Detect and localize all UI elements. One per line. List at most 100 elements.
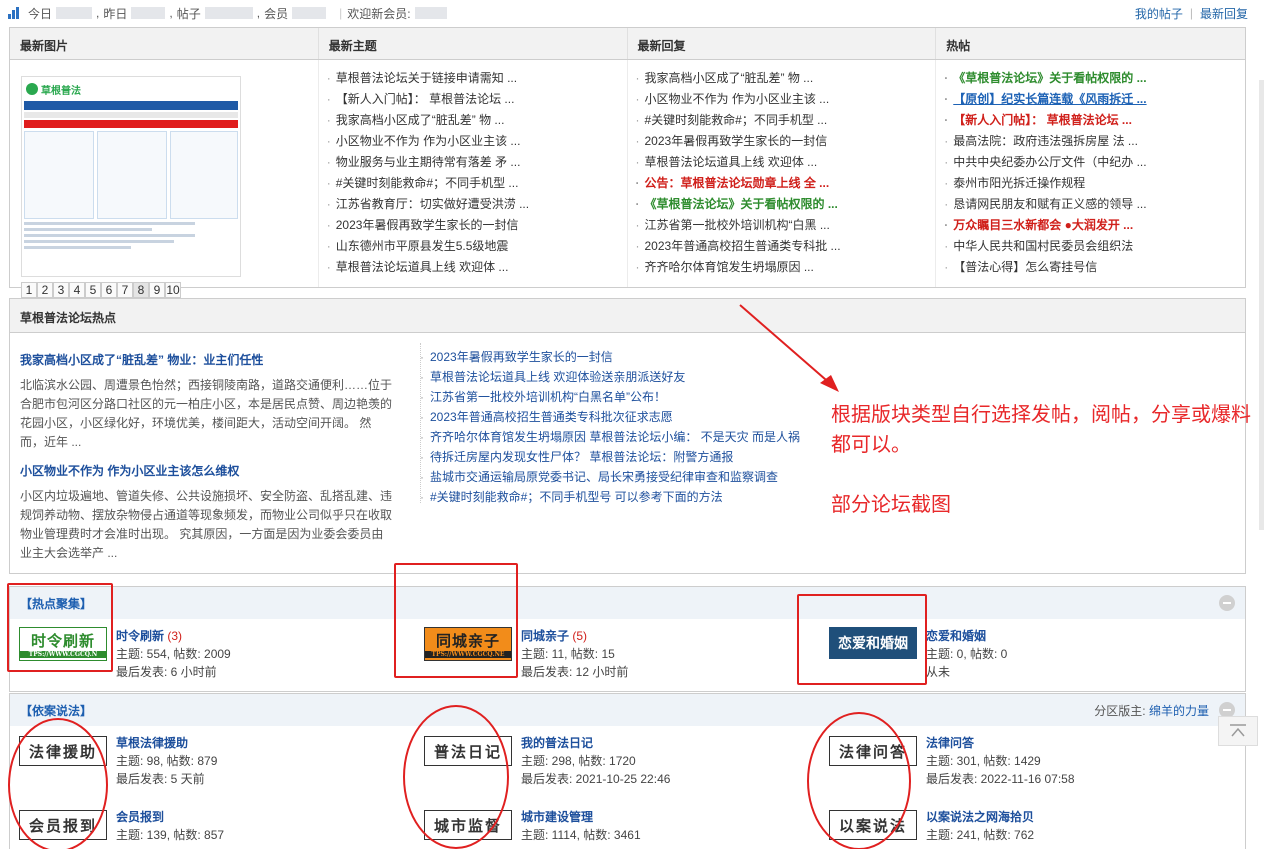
forum-last-post: 最后发表: 5 天前 bbox=[116, 772, 205, 786]
list-item[interactable]: #关键时刻能救命#；不同手机型 ... bbox=[327, 173, 627, 194]
list-item[interactable]: 山东德州市平原县发生5.5级地震 bbox=[327, 236, 627, 257]
forum-name[interactable]: 城市建设管理 bbox=[521, 810, 593, 824]
hot-article-title[interactable]: 我家高档小区成了“脏乱差” 物业：业主们任性 bbox=[20, 351, 395, 368]
red-highlight-circle bbox=[403, 705, 509, 849]
red-highlight-box bbox=[797, 594, 927, 685]
pager-page[interactable]: 5 bbox=[85, 282, 101, 298]
annotation-line-2: 部分论坛截图 bbox=[831, 494, 951, 516]
stats-bar: 今日, 昨日, 帖子, 会员 | 欢迎新会员: 我的帖子 | 最新回复 bbox=[8, 4, 1248, 22]
slideshow-pager: 1 2 3 4 5 6 7 8 9 10 bbox=[21, 282, 181, 298]
stat-today: 今日, bbox=[28, 6, 100, 21]
forum-stats: 主题: 139, 帖数: 857 bbox=[116, 828, 225, 842]
back-to-top-icon bbox=[1230, 724, 1246, 737]
stat-posts: 帖子, bbox=[176, 6, 261, 21]
list-item[interactable]: 齐齐哈尔体育馆发生坍塌原因 ... bbox=[636, 257, 936, 278]
pager-page[interactable]: 4 bbox=[69, 282, 85, 298]
pager-page[interactable]: 7 bbox=[117, 282, 133, 298]
list-item[interactable]: 【普法心得】怎么寄挂号信 bbox=[944, 257, 1245, 278]
list-item[interactable]: 公告：草根普法论坛勋章上线 全 ... bbox=[636, 173, 936, 194]
list-item[interactable]: 【新人入门帖】： 草根普法论坛 ... bbox=[944, 110, 1245, 131]
hot-link[interactable]: 待拆迁房屋内发现女性尸体？ 草根普法论坛：附警方通报 bbox=[420, 447, 800, 467]
section-moderator: 分区版主: 绵羊的力量 bbox=[1094, 703, 1209, 718]
list-item[interactable]: 泰州市阳光拆迁操作规程 bbox=[944, 173, 1245, 194]
images-column: 草根普法 1 2 3 4 5 6 7 8 9 10 bbox=[10, 60, 319, 298]
forum-name[interactable]: 会员报到 bbox=[116, 810, 164, 824]
grid-header-images: 最新图片 bbox=[10, 28, 319, 59]
list-item[interactable]: 2023年暑假再致学生家长的一封信 bbox=[636, 131, 936, 152]
list-item[interactable]: 最高法院：政府违法强拆房屋 法 ... bbox=[944, 131, 1245, 152]
stat-welcome: 欢迎新会员: bbox=[347, 5, 450, 22]
list-item[interactable]: 小区物业不作为 作为小区业主该 ... bbox=[636, 89, 936, 110]
forum-stats: 主题: 241, 帖数: 762 bbox=[926, 828, 1035, 842]
scrollbar[interactable] bbox=[1259, 80, 1264, 530]
new-count: (5) bbox=[572, 629, 588, 643]
list-item[interactable]: 2023年暑假再致学生家长的一封信 bbox=[327, 215, 627, 236]
hot-link[interactable]: #关键时刻能救命#；不同手机型号 可以参考下面的方法 bbox=[420, 487, 800, 507]
forum-stats: 主题: 554, 帖数: 2009 bbox=[116, 647, 231, 661]
hot-section-title: 草根普法论坛热点 bbox=[10, 299, 1245, 333]
forum-name[interactable]: 法律问答 bbox=[926, 736, 974, 750]
hot-link[interactable]: 2023年普通高校招生普通类专科批次征求志愿 bbox=[420, 407, 800, 427]
pager-page[interactable]: 1 bbox=[21, 282, 37, 298]
list-item[interactable]: 恳请网民朋友和赋有正义感的领导 ... bbox=[944, 194, 1245, 215]
forum-name[interactable]: 草根法律援助 bbox=[116, 736, 188, 750]
pager-page[interactable]: 8 bbox=[133, 282, 149, 298]
list-item[interactable]: 小区物业不作为 作为小区业主该 ... bbox=[327, 131, 627, 152]
slideshow-image[interactable]: 草根普法 bbox=[21, 76, 241, 277]
list-item[interactable]: 【新人入门帖】： 草根普法论坛 ... bbox=[327, 89, 627, 110]
forum-name[interactable]: 以案说法之网海拾贝 bbox=[926, 810, 1034, 824]
stat-yesterday: 昨日, bbox=[103, 6, 173, 21]
pager-page[interactable]: 6 bbox=[101, 282, 117, 298]
list-item[interactable]: 草根普法论坛道具上线 欢迎体 ... bbox=[636, 152, 936, 173]
my-posts-link[interactable]: 我的帖子 bbox=[1135, 5, 1183, 22]
list-item[interactable]: 中共中央纪委办公厅文件（中纪办 ... bbox=[944, 152, 1245, 173]
forum-last-post: 最后发表: 12 小时前 bbox=[521, 665, 629, 679]
list-item[interactable]: 物业服务与业主期待常有落差 矛 ... bbox=[327, 152, 627, 173]
hot-posts-column: 《草根普法论坛》关于看帖权限的 ...【原创】纪实长篇连载《风雨拆迁 ...【新… bbox=[936, 60, 1245, 287]
moderator-link[interactable]: 绵羊的力量 bbox=[1149, 704, 1209, 718]
red-highlight-circle bbox=[8, 718, 108, 849]
list-item[interactable]: 2023年普通高校招生普通类专科批 ... bbox=[636, 236, 936, 257]
forum-last-post: 最后发表: 2021-10-25 22:46 bbox=[521, 772, 671, 786]
list-item[interactable]: #关键时刻能救命#；不同手机型 ... bbox=[636, 110, 936, 131]
forum-name[interactable]: 我的普法日记 bbox=[521, 736, 593, 750]
list-item[interactable]: 我家高档小区成了“脏乱差” 物 ... bbox=[636, 68, 936, 89]
forum-last-post: 最后发表: 6 小时前 bbox=[116, 665, 217, 679]
pager-page[interactable]: 9 bbox=[149, 282, 165, 298]
list-item[interactable]: 我家高档小区成了“脏乱差” 物 ... bbox=[327, 110, 627, 131]
forum-last-post: 最后发表: 2022-11-16 07:58 bbox=[926, 772, 1075, 786]
case-law-title[interactable]: 【依案说法】 bbox=[20, 702, 92, 719]
collapse-icon[interactable] bbox=[1219, 595, 1235, 611]
hot-article-title[interactable]: 小区物业不作为 作为小区业主该怎么维权 bbox=[20, 462, 395, 479]
pager-page[interactable]: 2 bbox=[37, 282, 53, 298]
forum-name[interactable]: 时令刷新 bbox=[116, 629, 164, 643]
hot-article-2: 小区物业不作为 作为小区业主该怎么维权 小区内垃圾遍地、管道失修、公共设施损坏、… bbox=[20, 462, 395, 563]
list-item[interactable]: 【原创】纪实长篇连载《风雨拆迁 ... bbox=[944, 89, 1245, 110]
list-item[interactable]: 江苏省第一批校外培训机构“白黑 ... bbox=[636, 215, 936, 236]
forum-last-post: 从未 bbox=[926, 665, 951, 679]
list-item[interactable]: 中华人民共和国村民委员会组织法 bbox=[944, 236, 1245, 257]
back-to-top-button[interactable] bbox=[1218, 716, 1258, 746]
list-item[interactable]: 万众瞩目三水新都会 ●大润发开 ... bbox=[944, 215, 1245, 236]
hot-article-1: 我家高档小区成了“脏乱差” 物业：业主们任性 北临滨水公园、周遭景色怡然；西接铜… bbox=[20, 351, 395, 452]
list-item[interactable]: 《草根普法论坛》关于看帖权限的 ... bbox=[944, 68, 1245, 89]
forum-name[interactable]: 恋爱和婚姻 bbox=[926, 629, 986, 643]
forum-stats: 主题: 11, 帖数: 15 bbox=[521, 647, 615, 661]
pager-page[interactable]: 10 bbox=[165, 282, 181, 298]
list-item[interactable]: 江苏省教育厅：切实做好遭受洪涝 ... bbox=[327, 194, 627, 215]
forum-stats: 主题: 298, 帖数: 1720 bbox=[521, 754, 636, 768]
new-topics-column: 草根普法论坛关于链接申请需知 ...【新人入门帖】： 草根普法论坛 ...我家高… bbox=[319, 60, 628, 287]
grid-header-hot-posts: 热帖 bbox=[946, 39, 971, 53]
list-item[interactable]: 草根普法论坛道具上线 欢迎体 ... bbox=[327, 257, 627, 278]
hot-link[interactable]: 盐城市交通运输局原党委书记、局长宋勇接受纪律审查和监察调查 bbox=[420, 467, 800, 487]
hot-article-body: 小区内垃圾遍地、管道失修、公共设施损坏、安全防盗、乱搭乱建、违规饲养动物、摆放杂… bbox=[20, 489, 393, 560]
red-highlight-circle bbox=[807, 712, 911, 849]
red-highlight-box bbox=[7, 583, 113, 672]
list-item[interactable]: 草根普法论坛关于链接申请需知 ... bbox=[327, 68, 627, 89]
list-item[interactable]: 《草根普法论坛》关于看帖权限的 ... bbox=[636, 194, 936, 215]
pager-page[interactable]: 3 bbox=[53, 282, 69, 298]
hot-link[interactable]: 齐齐哈尔体育馆发生坍塌原因 草根普法论坛小编： 不是天灾 而是人祸 bbox=[420, 427, 800, 447]
latest-replies-link[interactable]: 最新回复 bbox=[1200, 5, 1248, 22]
forum-name[interactable]: 同城亲子 bbox=[521, 629, 569, 643]
forum-stats: 主题: 301, 帖数: 1429 bbox=[926, 754, 1041, 768]
